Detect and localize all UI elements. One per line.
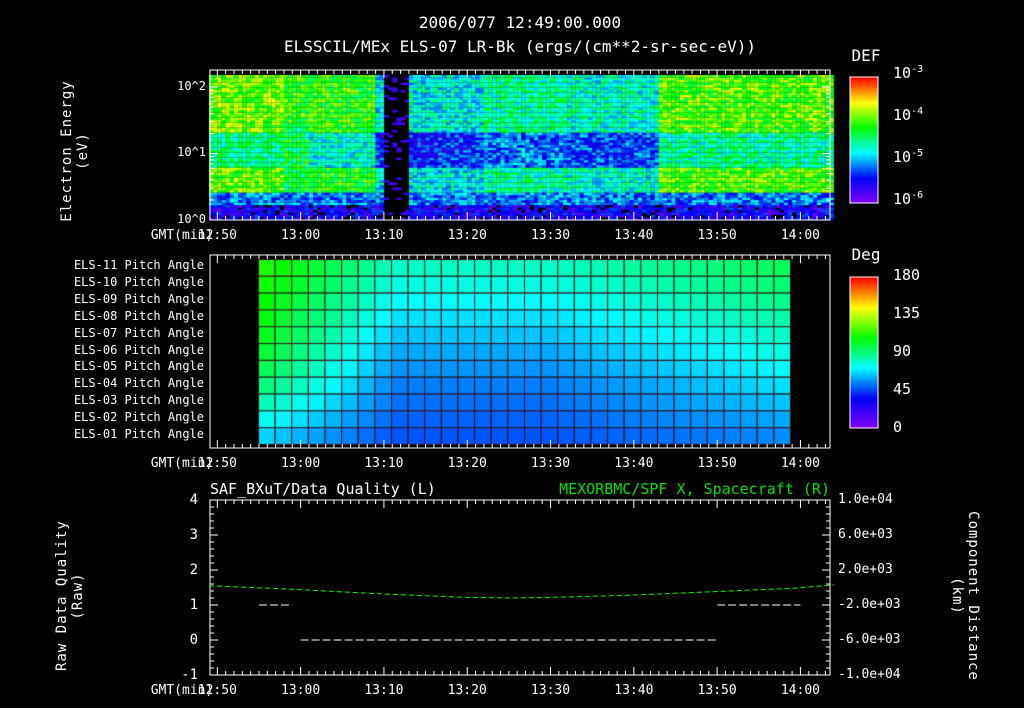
time-tick-label: 14:00 [780, 228, 820, 243]
spectrogram-frame [209, 69, 831, 221]
energy-tick-label: 10^0 [177, 212, 206, 226]
pitch-angle-row-label: ELS-06 Pitch Angle [73, 342, 204, 357]
spf-x-line [208, 584, 834, 599]
energy-ylabel: Electron Energy (eV) [59, 80, 91, 222]
pitch-angle-frame [209, 254, 831, 449]
deg-colorbar-tick: 180 [893, 266, 921, 284]
time-tick-label: 13:50 [697, 683, 737, 698]
timestamp-title: 2006/077 12:49:00.000 [418, 13, 622, 32]
time-tick-label: 13:30 [530, 683, 571, 698]
time-tick-label: 12:50 [197, 683, 237, 698]
deg-colorbar-tick: 90 [893, 342, 912, 360]
def-colorbar-tick: 10-6 [893, 190, 924, 208]
time-tick-label: 13:00 [281, 683, 321, 698]
time-tick-label: 14:00 [780, 683, 820, 698]
quality-frame [209, 499, 831, 676]
pitch-angle-row-label: ELS-05 Pitch Angle [73, 359, 204, 374]
time-tick-label: 13:50 [697, 228, 737, 243]
pitch-angle-row-label: ELS-07 Pitch Angle [73, 325, 204, 340]
def-colorbar-tick: 10-3 [893, 64, 924, 82]
pitch-angle-row-label: ELS-03 Pitch Angle [73, 392, 204, 407]
pitch-angle-row-label: ELS-02 Pitch Angle [73, 409, 204, 424]
def-colorbar-label: DEF [851, 46, 881, 65]
time-tick-label: 13:20 [447, 228, 487, 243]
spf-title: MEXORBMC/SPF X, Spacecraft (R) [559, 480, 830, 498]
time-tick-label: 13:20 [447, 456, 487, 471]
time-tick-label: 13:30 [530, 456, 571, 471]
deg-colorbar-tick: 135 [893, 304, 921, 322]
pitch-angle-row-label: ELS-11 Pitch Angle [73, 258, 204, 273]
quality-tick-label: 0 [189, 632, 198, 648]
pitch-angle-row-label: ELS-10 Pitch Angle [73, 275, 204, 290]
pitch-angle-row-label: ELS-08 Pitch Angle [73, 308, 204, 323]
deg-colorbar [849, 276, 879, 429]
distance-tick-label: 2.0e+03 [838, 562, 893, 577]
quality-tick-label: -1 [181, 667, 198, 683]
deg-colorbar-tick: 45 [893, 380, 912, 398]
time-tick-label: 14:00 [780, 456, 820, 471]
deg-colorbar-label: Deg [851, 245, 881, 264]
def-colorbar-tick: 10-4 [893, 106, 924, 124]
time-tick-label: 13:50 [697, 456, 737, 471]
quality-tick-label: 4 [189, 492, 198, 508]
time-tick-label: 13:10 [364, 456, 404, 471]
def-colorbar [849, 76, 879, 204]
distance-tick-label: -1.0e+04 [838, 667, 901, 682]
distance-ylabel: Component Distance (km) [949, 511, 981, 681]
distance-tick-label: 1.0e+04 [838, 492, 893, 507]
pitch-angle-row-label: ELS-01 Pitch Angle [73, 426, 204, 441]
quality-tick-label: 3 [189, 527, 198, 543]
energy-tick-label: 10^1 [177, 145, 206, 160]
time-tick-label: 13:10 [364, 683, 404, 698]
time-tick-label: 13:40 [614, 456, 654, 471]
quality-tick-label: 2 [189, 562, 198, 578]
time-tick-label: 13:40 [614, 683, 654, 698]
time-tick-label: 12:50 [197, 228, 237, 243]
deg-colorbar-tick: 0 [893, 418, 903, 436]
distance-tick-label: 6.0e+03 [838, 527, 893, 542]
time-tick-label: 13:00 [281, 228, 321, 243]
pitch-angle-row-label: ELS-04 Pitch Angle [73, 376, 204, 391]
quality-ylabel: Raw Data Quality(km)(Raw) [54, 520, 86, 671]
energy-tick-label: 10^2 [177, 78, 206, 93]
spectrogram-title: ELSSCIL/MEx ELS-07 LR-Bk (ergs/(cm**2-sr… [283, 37, 757, 56]
time-tick-label: 13:20 [447, 683, 487, 698]
distance-tick-label: -6.0e+03 [838, 632, 901, 647]
quality-tick-label: 1 [189, 597, 198, 613]
distance-tick-label: -2.0e+03 [838, 597, 901, 612]
time-tick-label: 12:50 [197, 456, 237, 471]
time-tick-label: 13:40 [614, 228, 654, 243]
time-tick-label: 13:10 [364, 228, 404, 243]
quality-title: SAF_BXuT/Data Quality (L) [210, 480, 436, 498]
time-tick-label: 13:00 [281, 456, 321, 471]
pitch-angle-row-label: ELS-09 Pitch Angle [73, 292, 204, 307]
def-colorbar-tick: 10-5 [893, 148, 924, 166]
time-tick-label: 13:30 [530, 228, 571, 243]
